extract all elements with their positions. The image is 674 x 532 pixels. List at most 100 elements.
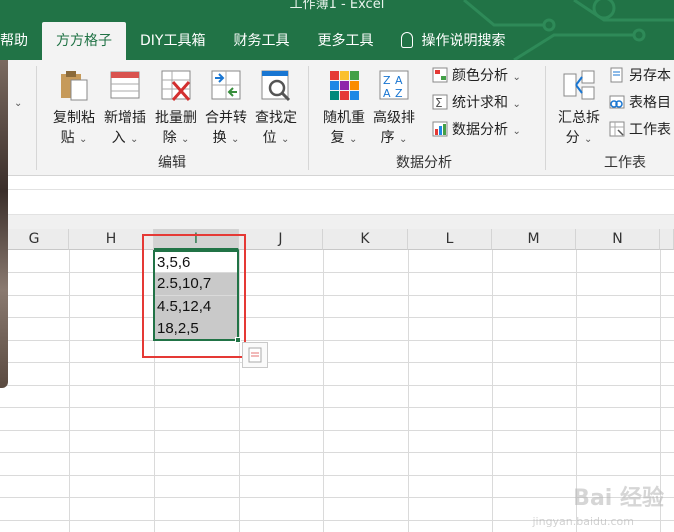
formula-bar-gap bbox=[0, 215, 674, 229]
merge-convert-label-2: 换 bbox=[212, 130, 227, 146]
advanced-sort-label-1: 高级排 bbox=[373, 110, 415, 126]
chevron-down-icon: ⌄ bbox=[231, 134, 240, 145]
merge-convert-button[interactable]: 合并转 换 ⌄ bbox=[200, 68, 252, 150]
random-repeat-icon bbox=[327, 68, 361, 102]
chevron-down-icon: ⌄ bbox=[181, 134, 190, 145]
copy-paste-icon bbox=[57, 68, 91, 102]
tab-help[interactable]: 帮助 bbox=[0, 22, 42, 60]
svg-text:A: A bbox=[395, 74, 403, 87]
tab-more-tools[interactable]: 更多工具 bbox=[303, 22, 387, 60]
summary-split-label-2: 分 bbox=[565, 130, 580, 146]
title-bar: 工作簿1 - Excel 帮助 方方格子 DIY工具箱 财务工具 更多工具 操作… bbox=[0, 0, 674, 60]
summary-split-icon bbox=[562, 68, 596, 102]
quick-analysis-icon bbox=[248, 347, 262, 363]
svg-text:A: A bbox=[383, 87, 391, 100]
ribbon-tabs: 帮助 方方格子 DIY工具箱 财务工具 更多工具 操作说明搜索 bbox=[0, 22, 519, 60]
chevron-down-icon: ⌄ bbox=[584, 134, 593, 145]
data-analysis-button[interactable]: 数据分析 ⌄ bbox=[432, 119, 521, 141]
save-as-button[interactable]: 另存本 bbox=[609, 65, 671, 87]
column-header-m[interactable]: M bbox=[492, 229, 576, 250]
find-locate-icon bbox=[259, 68, 293, 102]
column-header-o[interactable] bbox=[660, 229, 674, 250]
random-repeat-label-2: 复 bbox=[330, 130, 345, 146]
advanced-sort-button[interactable]: ZAAZ 高级排 序 ⌄ bbox=[368, 68, 420, 150]
tell-me-label: 操作说明搜索 bbox=[421, 33, 506, 49]
table-index-button[interactable]: 表格目 bbox=[609, 92, 671, 114]
batch-delete-label-1: 批量删 bbox=[155, 110, 197, 126]
advanced-sort-label-2: 序 bbox=[380, 130, 395, 146]
copy-paste-label-2: 贴 bbox=[60, 130, 75, 146]
baidu-watermark: Bai 经验 bbox=[573, 486, 664, 511]
save-as-icon bbox=[610, 67, 623, 83]
column-header-k[interactable]: K bbox=[323, 229, 408, 250]
highlight-box bbox=[142, 234, 246, 358]
data-analysis-icon bbox=[432, 121, 448, 137]
batch-delete-icon bbox=[159, 68, 193, 102]
merge-convert-label-1: 合并转 bbox=[205, 110, 247, 126]
summary-split-label-1: 汇总拆 bbox=[558, 110, 600, 126]
tab-finance-tools[interactable]: 财务工具 bbox=[219, 22, 303, 60]
worksheet-button[interactable]: 工作表 bbox=[609, 119, 671, 141]
save-as-label: 另存本 bbox=[629, 68, 671, 84]
color-analysis-icon bbox=[432, 67, 448, 83]
batch-delete-button[interactable]: 批量删 除 ⌄ bbox=[150, 68, 202, 150]
lightbulb-icon bbox=[401, 32, 414, 48]
svg-text:Σ: Σ bbox=[435, 96, 443, 110]
insert-label-1: 新增插 bbox=[104, 110, 146, 126]
random-repeat-button[interactable]: 随机重 复 ⌄ bbox=[318, 68, 370, 150]
random-repeat-label-1: 随机重 bbox=[323, 110, 365, 126]
svg-text:Z: Z bbox=[383, 74, 391, 87]
tab-diy-toolbox[interactable]: DIY工具箱 bbox=[126, 22, 219, 60]
column-header-g[interactable]: G bbox=[0, 229, 69, 250]
data-analysis-label: 数据分析 bbox=[452, 122, 508, 138]
tell-me-search[interactable]: 操作说明搜索 bbox=[387, 22, 519, 60]
batch-delete-label-2: 除 bbox=[162, 130, 177, 146]
find-locate-label-1: 查找定 bbox=[255, 110, 297, 126]
workbook-group-label: 工作表 bbox=[604, 155, 646, 171]
column-header-n[interactable]: N bbox=[576, 229, 660, 250]
ribbon-separator bbox=[545, 66, 546, 170]
advanced-sort-icon: ZAAZ bbox=[377, 68, 411, 102]
table-index-icon bbox=[609, 95, 625, 109]
edit-group-label: 编辑 bbox=[158, 155, 186, 171]
worksheet-label: 工作表 bbox=[629, 122, 671, 138]
data-group-label: 数据分析 bbox=[396, 155, 452, 171]
find-locate-label-2: 位 bbox=[262, 130, 277, 146]
svg-text:Z: Z bbox=[395, 87, 403, 100]
chevron-down-icon: ⌄ bbox=[281, 134, 290, 145]
quick-analysis-button[interactable] bbox=[242, 342, 268, 368]
ribbon-separator bbox=[36, 66, 37, 170]
baidu-watermark-url: jingyan.baidu.com bbox=[532, 515, 634, 528]
stat-sum-button[interactable]: Σ 统计求和 ⌄ bbox=[432, 92, 521, 114]
insert-label-2: 入 bbox=[111, 130, 126, 146]
merge-convert-icon bbox=[209, 68, 243, 102]
color-analysis-button[interactable]: 颜色分析 ⌄ bbox=[432, 65, 521, 87]
ribbon-gap bbox=[0, 177, 674, 189]
color-analysis-label: 颜色分析 bbox=[452, 68, 508, 84]
stat-sum-label: 统计求和 bbox=[452, 95, 508, 111]
chevron-down-icon[interactable]: ⌄ bbox=[14, 98, 22, 109]
find-locate-button[interactable]: 查找定 位 ⌄ bbox=[250, 68, 302, 150]
summary-split-button[interactable]: 汇总拆 分 ⌄ bbox=[553, 68, 605, 150]
stat-sum-icon: Σ bbox=[432, 94, 448, 110]
insert-button[interactable]: 新增插 入 ⌄ bbox=[99, 68, 151, 150]
tab-fangfang[interactable]: 方方格子 bbox=[42, 22, 126, 60]
ribbon-separator bbox=[308, 66, 309, 170]
column-header-j[interactable]: J bbox=[239, 229, 323, 250]
side-photo-fragment bbox=[0, 60, 8, 388]
chevron-down-icon: ⌄ bbox=[512, 126, 521, 137]
formula-bar[interactable] bbox=[0, 189, 674, 215]
chevron-down-icon: ⌄ bbox=[512, 99, 521, 110]
column-header-l[interactable]: L bbox=[408, 229, 492, 250]
copy-paste-label-1: 复制粘 bbox=[53, 110, 95, 126]
worksheet-icon bbox=[609, 121, 625, 137]
chevron-down-icon: ⌄ bbox=[399, 134, 408, 145]
table-index-label: 表格目 bbox=[629, 95, 671, 111]
ribbon: ⌄ 复制粘 贴 ⌄ 新增插 入 ⌄ 批量删 除 ⌄ 合并转 换 ⌄ 查找定 位 … bbox=[0, 60, 674, 176]
chevron-down-icon: ⌄ bbox=[512, 72, 521, 83]
insert-icon bbox=[108, 68, 142, 102]
chevron-down-icon: ⌄ bbox=[79, 134, 88, 145]
chevron-down-icon: ⌄ bbox=[349, 134, 358, 145]
copy-paste-button[interactable]: 复制粘 贴 ⌄ bbox=[48, 68, 100, 150]
chevron-down-icon: ⌄ bbox=[130, 134, 139, 145]
